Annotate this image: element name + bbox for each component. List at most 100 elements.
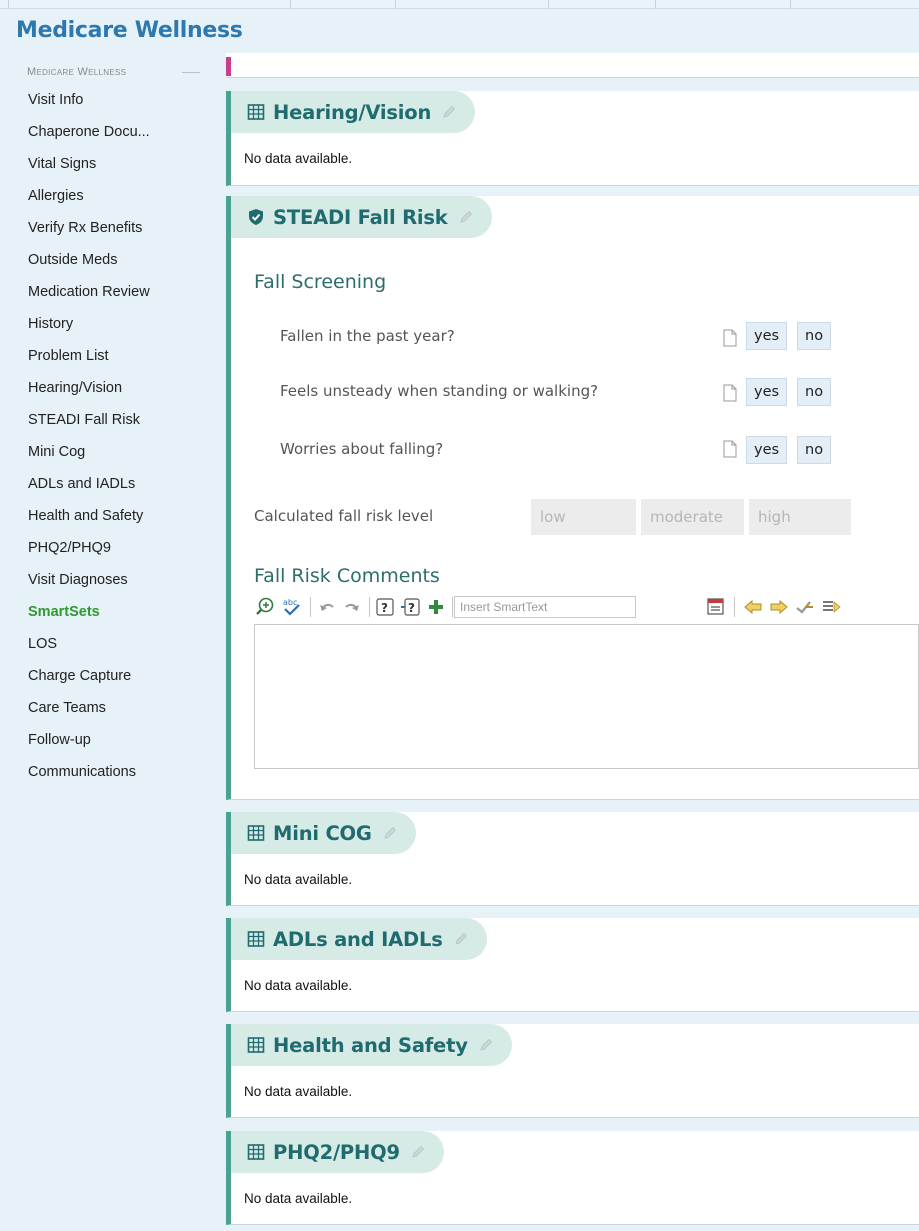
section-steadi-fall-risk: STEADI Fall Risk Fall Screening Fallen i… xyxy=(226,196,919,800)
table-icon xyxy=(247,1037,265,1053)
comment-doc-icon[interactable] xyxy=(723,329,737,347)
insert-lines-icon[interactable] xyxy=(820,596,842,618)
toolbar-separator xyxy=(369,597,370,617)
section-tab-mini-cog[interactable]: Mini COG xyxy=(231,812,416,854)
pencil-icon[interactable] xyxy=(382,825,398,841)
sidebar-item-smartsets[interactable]: SmartSets xyxy=(0,596,222,628)
no-button[interactable]: no xyxy=(797,436,832,464)
sidebar-item-adls[interactable]: ADLs and IADLs xyxy=(0,468,222,500)
fall-screening-title: Fall Screening xyxy=(254,271,387,293)
section-tab-adls[interactable]: ADLs and IADLs xyxy=(231,918,487,960)
sidebar-item-problem-list[interactable]: Problem List xyxy=(0,340,222,372)
pencil-icon[interactable] xyxy=(441,104,457,120)
sidebar-item-communications[interactable]: Communications xyxy=(0,756,222,788)
sidebar-item-charge-capture[interactable]: Charge Capture xyxy=(0,660,222,692)
table-icon xyxy=(247,1144,265,1160)
next-arrow-icon[interactable] xyxy=(768,596,790,618)
section-tab-steadi[interactable]: STEADI Fall Risk xyxy=(231,196,492,238)
risk-low: low xyxy=(531,499,636,535)
redo-icon[interactable] xyxy=(341,596,363,618)
sidebar-item-visit-diagnoses[interactable]: Visit Diagnoses xyxy=(0,564,222,596)
sidebar-item-verify-rx[interactable]: Verify Rx Benefits xyxy=(0,212,222,244)
toolbar-separator xyxy=(734,597,735,617)
check-arrow-icon[interactable] xyxy=(794,596,816,618)
section-title: ADLs and IADLs xyxy=(273,927,443,951)
svg-text:?: ? xyxy=(381,601,388,615)
svg-text:?: ? xyxy=(408,601,415,615)
sidebar-item-outside-meds[interactable]: Outside Meds xyxy=(0,244,222,276)
sidebar-item-chaperone[interactable]: Chaperone Docu... xyxy=(0,116,222,148)
yes-button[interactable]: yes xyxy=(746,322,788,350)
sidebar-nav: Medicare Wellness Visit Info Chaperone D… xyxy=(0,58,222,788)
sidebar-item-health-safety[interactable]: Health and Safety xyxy=(0,500,222,532)
fall-risk-comments-textarea[interactable] xyxy=(254,624,919,769)
sidebar-item-visit-info[interactable]: Visit Info xyxy=(0,84,222,116)
pink-marker xyxy=(226,57,231,76)
question-fallen: Fallen in the past year? xyxy=(280,327,455,345)
sidebar-item-history[interactable]: History xyxy=(0,308,222,340)
pencil-icon[interactable] xyxy=(410,1144,426,1160)
yes-button[interactable]: yes xyxy=(746,378,788,406)
section-tab-phq[interactable]: PHQ2/PHQ9 xyxy=(231,1131,444,1173)
prev-arrow-icon[interactable] xyxy=(742,596,764,618)
calc-risk-label: Calculated fall risk level xyxy=(254,507,434,525)
undo-icon[interactable] xyxy=(316,596,338,618)
sidebar-item-phq[interactable]: PHQ2/PHQ9 xyxy=(0,532,222,564)
toolbar-separator xyxy=(310,597,311,617)
smarttext-list-icon[interactable] xyxy=(705,596,727,618)
table-icon xyxy=(247,104,265,120)
pencil-icon[interactable] xyxy=(478,1037,494,1053)
comment-doc-icon[interactable] xyxy=(723,384,737,402)
help-field-icon[interactable]: ? xyxy=(374,596,396,618)
sidebar-item-allergies[interactable]: Allergies xyxy=(0,180,222,212)
page-title: Medicare Wellness xyxy=(16,18,243,43)
toolbar-separator xyxy=(452,597,453,617)
question-unsteady: Feels unsteady when standing or walking? xyxy=(280,382,599,400)
section-phq: PHQ2/PHQ9 No data available. xyxy=(226,1131,919,1225)
table-icon xyxy=(247,931,265,947)
risk-moderate: moderate xyxy=(641,499,744,535)
section-adls: ADLs and IADLs No data available. xyxy=(226,918,919,1012)
sidebar-item-hearing-vision[interactable]: Hearing/Vision xyxy=(0,372,222,404)
next-field-icon[interactable]: ? xyxy=(400,596,422,618)
section-tab-hearing-vision[interactable]: Hearing/Vision xyxy=(231,91,476,133)
sidebar-header-label: Medicare Wellness xyxy=(27,66,127,78)
sidebar-header-divider xyxy=(182,72,200,73)
top-panel xyxy=(226,53,919,78)
sidebar-item-follow-up[interactable]: Follow-up xyxy=(0,724,222,756)
no-data-text: No data available. xyxy=(244,1191,353,1206)
sidebar-item-mini-cog[interactable]: Mini Cog xyxy=(0,436,222,468)
no-button[interactable]: no xyxy=(797,378,832,406)
risk-high: high xyxy=(749,499,851,535)
section-title: Health and Safety xyxy=(273,1033,468,1057)
no-data-text: No data available. xyxy=(244,1084,353,1099)
section-hearing-vision: Hearing/Vision No data available. xyxy=(226,91,919,186)
spellcheck-icon[interactable]: abc xyxy=(280,596,302,618)
comments-toolbar: abc ? ? Insert SmartText xyxy=(254,594,919,620)
section-title: Hearing/Vision xyxy=(273,100,432,124)
section-title: Mini COG xyxy=(273,821,372,845)
fall-risk-comments-title: Fall Risk Comments xyxy=(254,565,440,587)
section-tab-health-safety[interactable]: Health and Safety xyxy=(231,1024,512,1066)
sidebar-item-los[interactable]: LOS xyxy=(0,628,222,660)
pencil-icon[interactable] xyxy=(453,931,469,947)
pencil-icon[interactable] xyxy=(458,209,474,225)
no-data-text: No data available. xyxy=(244,872,353,887)
sidebar-item-care-teams[interactable]: Care Teams xyxy=(0,692,222,724)
smarttext-input[interactable]: Insert SmartText xyxy=(454,596,636,618)
add-icon[interactable] xyxy=(425,596,447,618)
section-title: STEADI Fall Risk xyxy=(273,205,448,229)
section-health-safety: Health and Safety No data available. xyxy=(226,1024,919,1118)
shield-check-icon xyxy=(249,209,263,225)
svg-text:abc: abc xyxy=(283,598,297,607)
sidebar-item-vital-signs[interactable]: Vital Signs xyxy=(0,148,222,180)
section-title: PHQ2/PHQ9 xyxy=(273,1140,400,1164)
sidebar-item-medication-review[interactable]: Medication Review xyxy=(0,276,222,308)
comment-doc-icon[interactable] xyxy=(723,440,737,458)
section-mini-cog: Mini COG No data available. xyxy=(226,812,919,906)
sidebar-header: Medicare Wellness xyxy=(0,58,222,86)
no-button[interactable]: no xyxy=(797,322,832,350)
yes-button[interactable]: yes xyxy=(746,436,788,464)
zoom-icon[interactable] xyxy=(254,596,276,618)
sidebar-item-steadi[interactable]: STEADI Fall Risk xyxy=(0,404,222,436)
